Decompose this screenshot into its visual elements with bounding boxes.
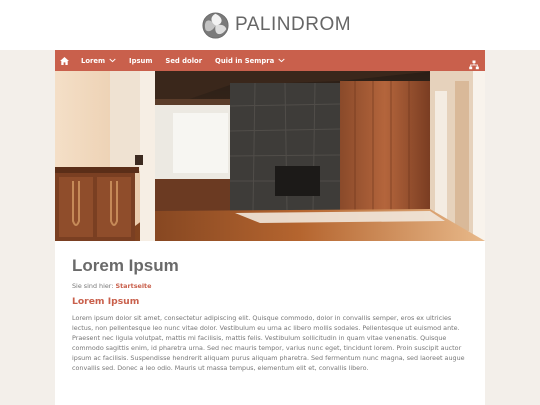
main-navigation: Lorem Ipsum Sed dolor Quid in Sempra [55,50,485,71]
nav-item-ipsum[interactable]: Ipsum [129,57,152,65]
breadcrumb-link-startseite[interactable]: Startseite [116,282,152,290]
nav-item-sed-dolor[interactable]: Sed dolor [165,57,202,65]
breadcrumb: Sie sind hier: Startseite [72,282,151,290]
hero-image [55,71,485,241]
site-logo[interactable]: PALINDROM [202,11,351,39]
breadcrumb-prefix: Sie sind hier: [72,282,114,290]
section-title: Lorem Ipsum [72,296,140,307]
sitemap-icon[interactable] [469,55,479,70]
main-content: Lorem Ipsum Sie sind hier: Startseite Lo… [55,241,485,405]
brand-name: PALINDROM [235,14,352,35]
palindrom-logo-icon [202,11,229,39]
chevron-down-icon [109,58,116,63]
site-header: PALINDROM [0,0,540,50]
page-title: Lorem Ipsum [72,256,179,275]
nav-item-label: Lorem [81,56,106,65]
nav-item-label: Ipsum [129,56,153,65]
body-paragraph: Lorem ipsum dolor sit amet, consectetur … [72,314,465,373]
nav-item-lorem[interactable]: Lorem [81,57,116,65]
nav-item-quid-in-sempra[interactable]: Quid in Sempra [215,57,285,65]
home-icon[interactable] [60,56,70,66]
nav-item-label: Quid in Sempra [215,56,275,65]
nav-item-label: Sed dolor [165,56,203,65]
chevron-down-icon [278,58,285,63]
